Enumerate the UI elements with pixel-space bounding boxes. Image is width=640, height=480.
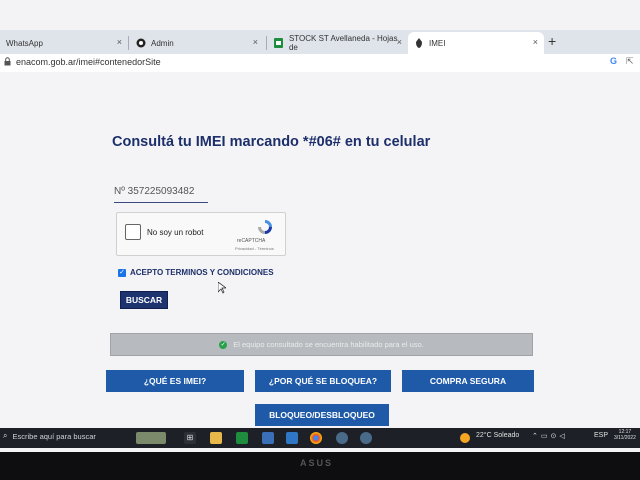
search-placeholder: Escribe aquí para buscar <box>12 431 96 441</box>
app-icon[interactable] <box>360 432 372 444</box>
tab-label: Admin <box>151 38 174 48</box>
captcha-brand: reCAPTCHA <box>237 238 266 244</box>
imei-input[interactable]: Nº 357225093482 <box>114 186 208 203</box>
sheets-icon <box>274 38 284 48</box>
app-icon[interactable] <box>336 432 348 444</box>
clock-date: 3/11/2022 <box>614 435 636 441</box>
language-indicator[interactable]: ESP <box>594 432 608 439</box>
monitor-brand: ASUS <box>300 458 334 468</box>
url-text[interactable]: enacom.gob.ar/imei#contenedorSite <box>16 57 161 67</box>
why-blocked-button[interactable]: ¿POR QUÉ SE BLOQUEA? <box>255 370 391 392</box>
task-view-icon[interactable]: ⊞ <box>184 432 196 444</box>
taskbar-search[interactable]: ⌕ Escribe aquí para buscar <box>3 431 96 441</box>
tab-stock-sheet[interactable]: STOCK ST Avellaneda - Hojas de × <box>268 32 408 54</box>
accept-terms-checkbox[interactable]: ✓ <box>118 268 126 277</box>
close-tab-icon[interactable]: × <box>253 37 258 47</box>
clock[interactable]: 12:17 3/11/2022 <box>614 429 636 441</box>
accept-terms[interactable]: ✓ ACEPTO TERMINOS Y CONDICIONES <box>118 268 274 277</box>
tab-label: WhatsApp <box>6 38 43 48</box>
tab-imei[interactable]: IMEI × <box>408 32 544 54</box>
search-icon: ⌕ <box>3 431 8 440</box>
page-content: Consultá tu IMEI marcando *#06# en tu ce… <box>0 72 640 428</box>
taskbar: ⌕ Escribe aquí para buscar ⊞ 22°C Solead… <box>0 428 640 448</box>
accept-terms-label: ACEPTO TERMINOS Y CONDICIONES <box>130 268 274 277</box>
tab-admin[interactable]: Admin × <box>130 32 264 54</box>
status-banner: ✓ El equipo consultado se encuentra habi… <box>110 333 533 356</box>
recaptcha-widget: No soy un robot reCAPTCHA Privacidad - T… <box>116 212 286 256</box>
weather-sun-icon <box>460 433 470 443</box>
github-icon <box>136 38 146 48</box>
system-tray-icons[interactable]: ⌃▭⊙◁ <box>532 432 568 440</box>
app-icon[interactable] <box>286 432 298 444</box>
chrome-icon[interactable] <box>310 432 322 444</box>
weather-text[interactable]: 22°C Soleado <box>476 432 519 439</box>
share-icon[interactable]: ⇱ <box>626 56 634 67</box>
page-title: Consultá tu IMEI marcando *#06# en tu ce… <box>112 134 431 150</box>
screen: WhatsApp × Admin × STOCK ST Avellaneda -… <box>0 0 640 452</box>
tab-divider <box>266 36 267 50</box>
lock-icon <box>4 57 11 66</box>
excel-icon[interactable] <box>236 432 248 444</box>
close-tab-icon[interactable]: × <box>117 37 122 47</box>
tab-divider <box>128 36 129 50</box>
status-message: El equipo consultado se encuentra habili… <box>233 340 424 349</box>
check-icon: ✓ <box>219 340 228 349</box>
tab-label: IMEI <box>429 38 446 48</box>
tab-bar: WhatsApp × Admin × STOCK ST Avellaneda -… <box>0 30 640 54</box>
recaptcha-logo-icon <box>258 220 272 234</box>
file-explorer-icon[interactable] <box>210 432 222 444</box>
search-highlight-image <box>136 432 166 444</box>
mouse-cursor-icon <box>218 282 226 294</box>
block-unblock-button[interactable]: BLOQUEO/DESBLOQUEO <box>255 404 389 426</box>
google-icon[interactable]: G <box>610 56 617 66</box>
safe-purchase-button[interactable]: COMPRA SEGURA <box>402 370 534 392</box>
enacom-icon <box>414 38 424 48</box>
close-tab-icon[interactable]: × <box>397 37 402 47</box>
tab-label: STOCK ST Avellaneda - Hojas de <box>288 34 398 52</box>
what-is-imei-button[interactable]: ¿QUÉ ES IMEI? <box>106 370 244 392</box>
app-icon[interactable] <box>262 432 274 444</box>
captcha-label: No soy un robot <box>147 228 204 237</box>
search-button[interactable]: BUSCAR <box>120 291 168 309</box>
address-bar[interactable]: enacom.gob.ar/imei#contenedorSite G ⇱ <box>0 54 640 73</box>
tab-whatsapp[interactable]: WhatsApp × <box>0 32 128 54</box>
new-tab-button[interactable]: + <box>548 33 556 49</box>
close-tab-icon[interactable]: × <box>533 37 538 47</box>
captcha-terms-link[interactable]: Privacidad - Términos <box>235 246 274 251</box>
captcha-checkbox[interactable] <box>125 224 141 240</box>
